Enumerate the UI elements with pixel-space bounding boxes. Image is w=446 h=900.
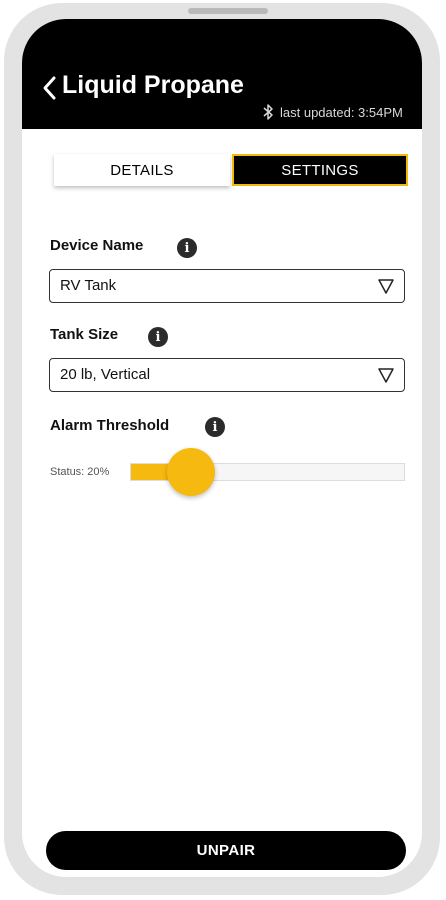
- app-screen: Liquid Propane last updated: 3:54PM DETA…: [22, 19, 422, 877]
- app-header: Liquid Propane last updated: 3:54PM: [22, 19, 422, 129]
- tank-size-select[interactable]: 20 lb, Vertical: [49, 358, 405, 392]
- tank-size-label: Tank Size: [50, 326, 119, 343]
- info-icon[interactable]: i: [177, 238, 197, 258]
- page-title: Liquid Propane: [62, 71, 244, 99]
- speaker-bar: [188, 8, 268, 14]
- tab-settings[interactable]: SETTINGS: [232, 154, 408, 186]
- tank-size-value: 20 lb, Vertical: [60, 366, 151, 383]
- device-name-value: RV Tank: [60, 277, 117, 294]
- chevron-left-icon[interactable]: [40, 73, 60, 103]
- last-updated-text: last updated: 3:54PM: [280, 105, 403, 120]
- unpair-button[interactable]: UNPAIR: [46, 831, 406, 870]
- alarm-threshold-label: Alarm Threshold: [50, 417, 170, 434]
- bluetooth-icon: [263, 104, 273, 120]
- tab-details[interactable]: DETAILS: [54, 154, 230, 186]
- triangle-down-icon: [378, 368, 394, 383]
- device-name-label: Device Name: [50, 237, 144, 254]
- phone-frame: Liquid Propane last updated: 3:54PM DETA…: [4, 3, 440, 895]
- status-text: Status: 20%: [50, 466, 110, 478]
- triangle-down-icon: [378, 279, 394, 294]
- info-icon[interactable]: i: [148, 327, 168, 347]
- tab-bar: DETAILS SETTINGS: [54, 154, 408, 188]
- info-icon[interactable]: i: [205, 417, 225, 437]
- slider-thumb[interactable]: [167, 448, 215, 496]
- device-name-select[interactable]: RV Tank: [49, 269, 405, 303]
